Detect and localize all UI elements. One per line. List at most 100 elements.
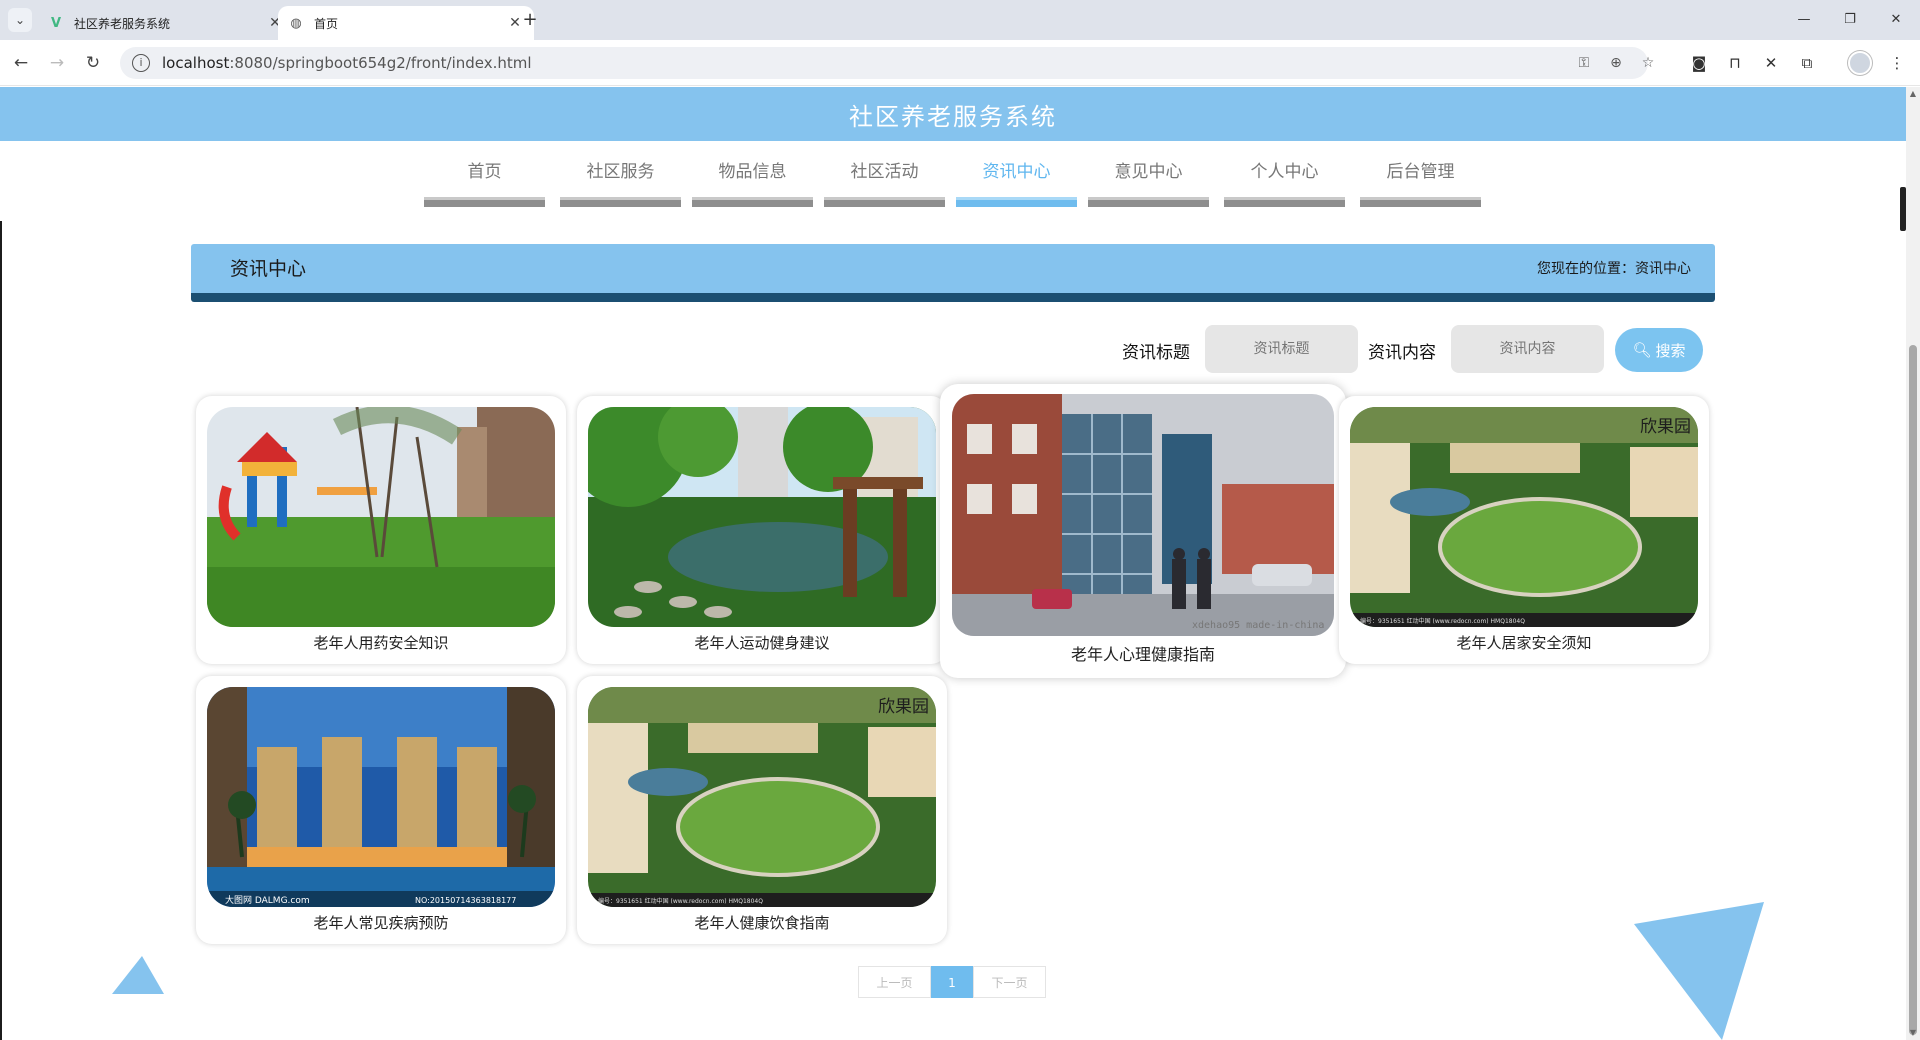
nav-underline (1224, 197, 1345, 207)
browser-toolbar: ← → ↻ i localhost:8080/springboot654g2/f… (0, 40, 1920, 86)
nav-label: 社区服务 (586, 162, 655, 182)
minimize-icon[interactable]: — (1792, 10, 1816, 30)
next-page-button[interactable]: 下一页 (973, 966, 1046, 998)
image-watermark: xdehao95 made-in-china (1192, 620, 1324, 631)
image-credit: 编号：9351651 红动中国 (www.redocn.com) HMQ1804… (1360, 617, 1525, 625)
nav-community-service[interactable]: 社区服务 (560, 157, 681, 211)
nav-underline (824, 197, 945, 207)
search-icon: 🔍︎ (1632, 341, 1652, 359)
scroll-down-icon[interactable]: ▼ (1908, 1028, 1918, 1038)
image-credit: 编号：9351651 红动中国 (www.redocn.com) HMQ1804… (598, 897, 763, 905)
browser-tab-home[interactable]: ◍ 首页 ✕ (278, 6, 534, 40)
news-thumbnail: 欣果园 编号：9351651 红动中国 (www.redocn.com) HMQ… (1350, 407, 1698, 627)
password-key-icon[interactable]: ⚿ (1574, 53, 1594, 73)
new-tab-icon[interactable]: + (520, 10, 540, 30)
image-stamp: 欣果园 (878, 697, 929, 717)
news-card[interactable]: 欣果园 编号：9351651 红动中国 (www.redocn.com) HMQ… (1339, 396, 1709, 664)
incognito-icon[interactable]: ◙ (1688, 52, 1710, 74)
section-title: 资讯中心 (230, 258, 307, 280)
decorative-triangle-small (112, 956, 168, 994)
nav-community-activity[interactable]: 社区活动 (824, 157, 945, 211)
nav-label: 社区活动 (850, 162, 919, 182)
news-thumbnail: xdehao95 made-in-china (952, 394, 1334, 636)
nav-underline (692, 197, 813, 207)
restore-icon[interactable]: ❐ (1838, 10, 1862, 30)
news-card[interactable]: 老年人运动健身建议 (577, 396, 947, 664)
news-thumbnail: 大图网 DALMG.com NO:20150714363818177 (207, 687, 555, 907)
url-path: :8080/springboot654g2/front/index.html (229, 54, 532, 72)
nav-label: 个人中心 (1250, 162, 1319, 182)
title-search-label: 资讯标题 (1122, 343, 1190, 363)
nav-underline (1088, 197, 1209, 207)
nav-underline (956, 197, 1077, 207)
news-card[interactable]: 老年人用药安全知识 (196, 396, 566, 664)
news-title: 老年人健康饮食指南 (694, 914, 830, 932)
extensions-puzzle-icon[interactable]: ⧉ (1796, 52, 1818, 74)
news-thumbnail (207, 407, 555, 627)
zoom-icon[interactable]: ⊕ (1606, 53, 1626, 73)
image-brand: 大图网 DALMG.com (225, 894, 310, 906)
page-1-button[interactable]: 1 (931, 966, 973, 998)
scrollbar-thumb[interactable] (1909, 345, 1917, 1035)
news-title: 老年人运动健身建议 (694, 634, 830, 652)
nav-label: 物品信息 (718, 162, 787, 182)
news-title: 老年人用药安全知识 (313, 634, 449, 652)
title-search-input[interactable] (1205, 325, 1358, 373)
browser-menu-icon[interactable]: ⋮ (1886, 52, 1908, 74)
extension-x-icon[interactable]: ✕ (1760, 52, 1782, 74)
news-thumbnail (588, 407, 936, 627)
nav-goods-info[interactable]: 物品信息 (692, 157, 813, 211)
news-title: 老年人居家安全须知 (1456, 634, 1592, 652)
pagination: 上一页 1 下一页 (858, 966, 1046, 998)
nav-label: 后台管理 (1386, 162, 1455, 182)
forward-icon[interactable]: → (46, 52, 68, 74)
browser-tabbar: ⌄ V 社区养老服务系统 ✕ ◍ 首页 ✕ + — ❐ ✕ (0, 0, 1920, 40)
content-search-label: 资讯内容 (1368, 343, 1436, 363)
site-header: 社区养老服务系统 (0, 87, 1906, 141)
news-card[interactable]: 欣果园 编号：9351651 红动中国 (www.redocn.com) HMQ… (577, 676, 947, 944)
left-edge-line (0, 221, 2, 1040)
nav-personal-center[interactable]: 个人中心 (1224, 157, 1345, 211)
nav-news-center[interactable]: 资讯中心 (956, 157, 1077, 211)
nav-underline (560, 197, 681, 207)
window-close-icon[interactable]: ✕ (1884, 10, 1908, 30)
nav-label: 资讯中心 (982, 162, 1051, 182)
site-info-icon[interactable]: i (132, 54, 150, 72)
section-banner: 资讯中心 您现在的位置：资讯中心 (191, 244, 1715, 302)
nav-label: 首页 (467, 162, 502, 182)
image-stamp: 欣果园 (1640, 417, 1691, 437)
nav-admin[interactable]: 后台管理 (1360, 157, 1481, 211)
nav-underline (1360, 197, 1481, 207)
scroll-up-icon[interactable]: ▲ (1908, 89, 1918, 99)
nav-feedback-center[interactable]: 意见中心 (1088, 157, 1209, 211)
reload-icon[interactable]: ↻ (82, 52, 104, 74)
content-search-input[interactable] (1451, 325, 1604, 373)
scrollbar[interactable]: ▲ ▼ (1906, 87, 1920, 1040)
page-viewport: 社区养老服务系统 首页 社区服务 物品信息 社区活动 资讯中心 意见中心 个人中… (0, 87, 1920, 1040)
news-thumbnail: 欣果园 编号：9351651 红动中国 (www.redocn.com) HMQ… (588, 687, 936, 907)
nav-label: 意见中心 (1114, 162, 1183, 182)
breadcrumb: 您现在的位置：资讯中心 (1537, 261, 1691, 277)
nav-home[interactable]: 首页 (424, 157, 545, 211)
news-card-hovered[interactable]: xdehao95 made-in-china 老年人心理健康指南 (940, 384, 1346, 678)
tab-search-icon[interactable]: ⌄ (8, 8, 32, 32)
reading-list-icon[interactable]: ⊓ (1724, 52, 1746, 74)
tab-title: 社区养老服务系统 (74, 16, 171, 31)
globe-favicon-icon: ◍ (290, 15, 302, 31)
image-number: NO:20150714363818177 (415, 896, 516, 905)
address-bar[interactable]: i localhost:8080/springboot654g2/front/i… (120, 47, 1654, 79)
bookmark-star-icon[interactable]: ☆ (1638, 53, 1658, 73)
tab-title: 首页 (314, 16, 339, 31)
profile-avatar[interactable] (1848, 51, 1872, 75)
browser-tab-system[interactable]: V 社区养老服务系统 ✕ (38, 6, 294, 40)
prev-page-button[interactable]: 上一页 (858, 966, 931, 998)
url-host: localhost (162, 54, 230, 72)
news-title: 老年人心理健康指南 (1070, 645, 1215, 664)
search-button-label: 搜索 (1655, 341, 1686, 360)
news-card[interactable]: 大图网 DALMG.com NO:20150714363818177 老年人常见… (196, 676, 566, 944)
back-icon[interactable]: ← (10, 52, 32, 74)
site-title: 社区养老服务系统 (849, 102, 1057, 131)
decorative-triangle-large (1634, 902, 1764, 1040)
news-title: 老年人常见疾病预防 (313, 914, 449, 932)
search-button[interactable]: 🔍︎ 搜索 (1615, 328, 1703, 372)
